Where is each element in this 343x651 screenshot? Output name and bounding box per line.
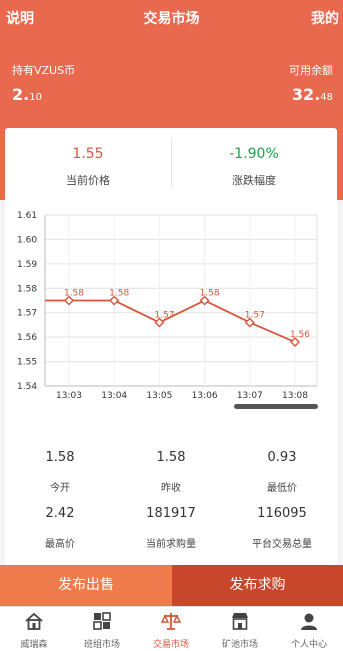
tab-team-market[interactable]: 班组市场 xyxy=(68,607,136,651)
data-label: 1.57 xyxy=(154,310,174,320)
help-link[interactable]: 说明 xyxy=(6,8,34,28)
publish-sell-button[interactable]: 发布出售 xyxy=(0,565,172,606)
mine-link[interactable]: 我的 xyxy=(311,8,339,28)
holding-label: 持有VZUS币 xyxy=(12,64,76,77)
bottom-tab-bar: 威瑞森 班组市场 交易市场 矿池市场 个人中心 xyxy=(0,606,343,651)
tab-profile[interactable]: 个人中心 xyxy=(275,607,343,651)
top-bar: 交易市场 说明 我的 xyxy=(0,0,343,36)
data-label: 1.56 xyxy=(290,330,310,340)
tab-trade-market-label: 交易市场 xyxy=(152,640,189,650)
data-label: 1.58 xyxy=(109,289,129,299)
data-label: 1.58 xyxy=(200,289,220,299)
tab-team-market-label: 班组市场 xyxy=(83,640,120,650)
y-tick-label: 1.61 xyxy=(17,211,37,221)
chart-scrollbar[interactable] xyxy=(234,404,318,409)
price-change-value: -1.90% xyxy=(229,146,279,162)
current-price: 1.55 当前价格 xyxy=(5,146,171,188)
stat-total-volume: 116095 平台交易总量 xyxy=(252,506,312,550)
available-label: 可用余额 xyxy=(289,64,333,77)
stat-high: 2.42 最高价 xyxy=(45,506,75,550)
market-card: 1.55 当前价格 -1.90% 涨跌幅度 1.61 1.60 1.59 1.58 1.… xyxy=(5,128,337,565)
stat-prev-close: 1.58 昨收 xyxy=(156,450,186,494)
user-icon xyxy=(301,613,317,630)
x-tick-label: 13:07 xyxy=(237,391,263,401)
price-line xyxy=(45,299,296,343)
price-chart[interactable]: 1.61 1.60 1.59 1.58 1.57 1.56 1.55 1.54 13:03 13:… xyxy=(5,203,337,403)
home-icon xyxy=(25,612,43,630)
y-tick-label: 1.60 xyxy=(17,235,37,245)
price-change: -1.90% 涨跌幅度 xyxy=(171,146,337,188)
y-tick-label: 1.59 xyxy=(17,260,37,270)
tab-home-label: 威瑞森 xyxy=(20,640,48,650)
grid-icon xyxy=(93,612,111,630)
stat-buy-volume: 181917 当前求购量 xyxy=(146,506,196,550)
y-tick-label: 1.57 xyxy=(17,309,37,319)
available-value: 32.48 xyxy=(291,85,333,104)
tab-trade-market[interactable]: 交易市场 xyxy=(137,607,205,651)
y-tick-label: 1.54 xyxy=(17,382,37,392)
tab-profile-label: 个人中心 xyxy=(290,640,327,650)
x-tick-label: 13:06 xyxy=(192,391,218,401)
tab-mining-market-label: 矿池市场 xyxy=(221,640,258,650)
store-icon xyxy=(232,613,248,630)
holding-value: 2.10 xyxy=(12,85,42,104)
stat-low: 0.93 最低价 xyxy=(267,450,297,494)
scale-icon xyxy=(161,613,181,630)
tab-mining-market[interactable]: 矿池市场 xyxy=(206,607,274,651)
tab-home[interactable]: 威瑞森 xyxy=(0,607,68,651)
x-tick-label: 13:05 xyxy=(146,391,172,401)
price-change-label: 涨跌幅度 xyxy=(232,174,276,187)
page-title: 交易市场 xyxy=(143,11,200,27)
x-tick-label: 13:03 xyxy=(56,391,82,401)
data-label: 1.57 xyxy=(245,310,265,320)
x-tick-label: 13:04 xyxy=(101,391,127,401)
data-label: 1.58 xyxy=(64,289,84,299)
y-tick-label: 1.56 xyxy=(17,333,37,343)
stat-open: 1.58 今开 xyxy=(45,450,75,494)
y-tick-label: 1.58 xyxy=(17,284,37,294)
y-tick-label: 1.55 xyxy=(17,358,37,368)
x-tick-label: 13:08 xyxy=(282,391,308,401)
publish-buy-button[interactable]: 发布求购 xyxy=(172,565,343,606)
current-price-value: 1.55 xyxy=(72,146,104,162)
current-price-label: 当前价格 xyxy=(66,174,110,187)
